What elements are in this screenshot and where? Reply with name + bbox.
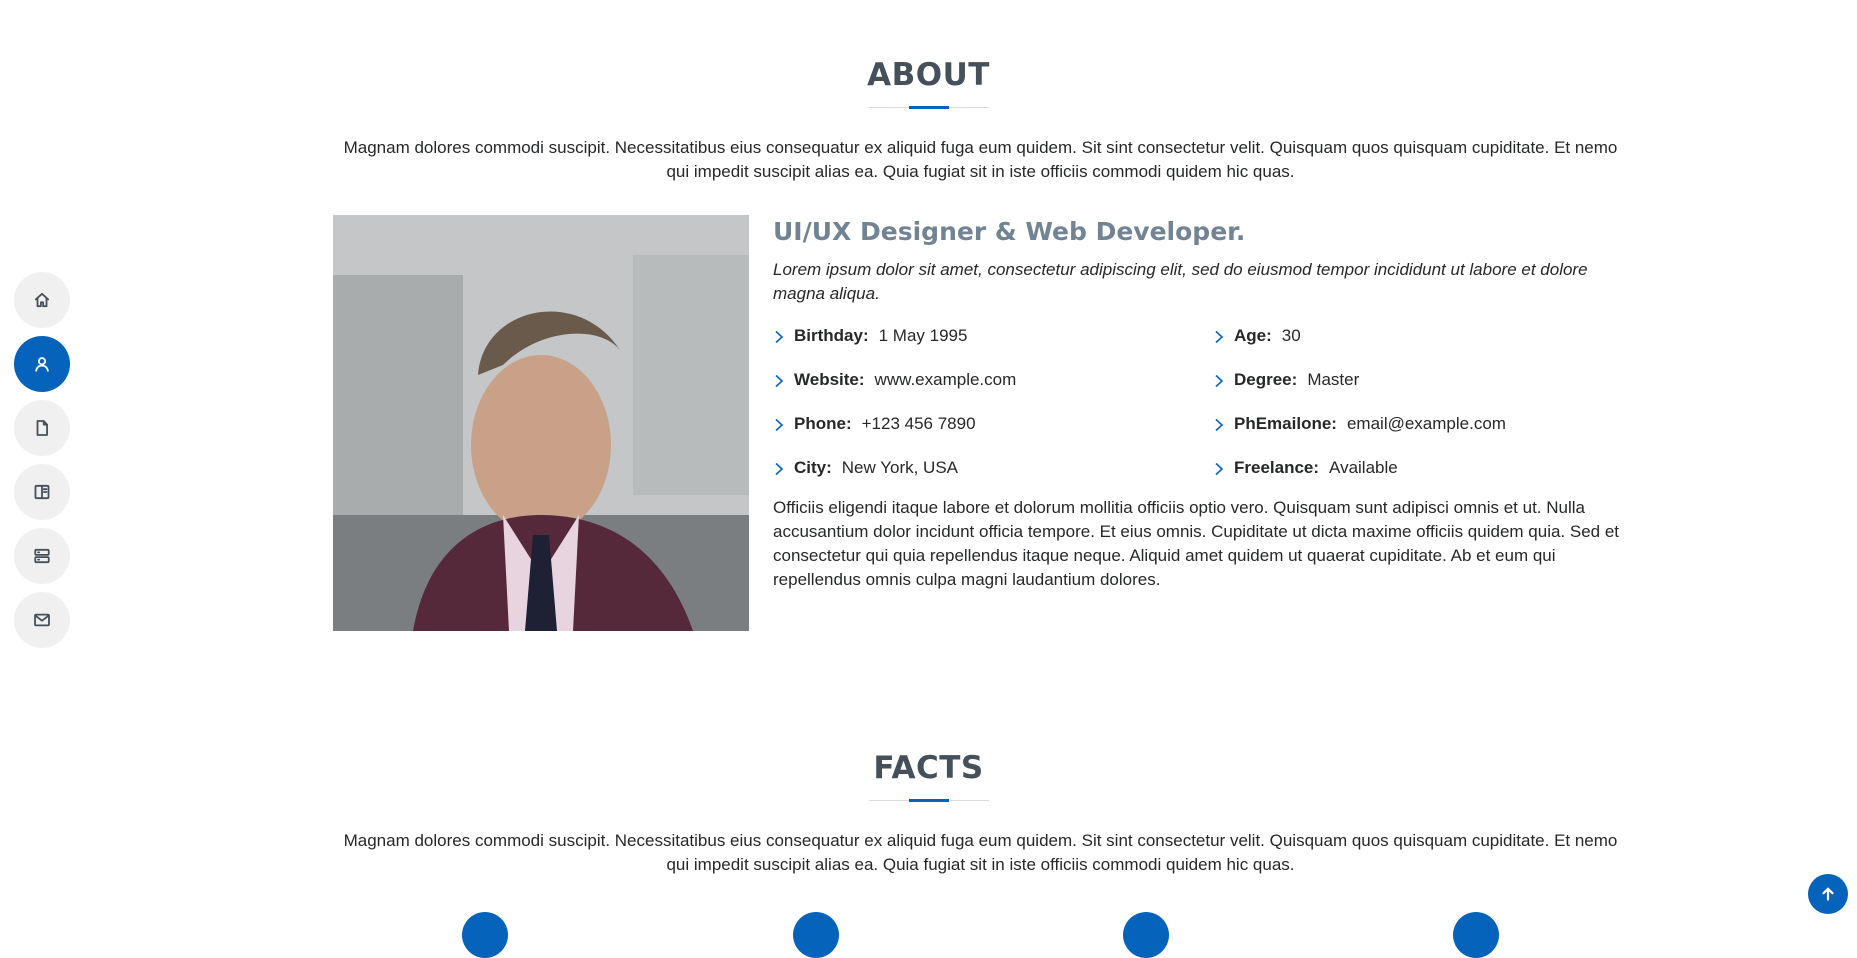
person-icon — [35, 357, 49, 372]
info-label: Birthday: — [794, 326, 869, 345]
facts-description: Magnam dolores commodi suscipit. Necessi… — [343, 831, 1618, 874]
nav-portfolio-button[interactable] — [14, 464, 70, 520]
chevron-right-icon — [773, 461, 785, 476]
about-heading: UI/UX Designer & Web Developer. — [773, 217, 1246, 246]
info-value: www.example.com — [874, 370, 1017, 389]
info-label: Freelance: — [1234, 458, 1320, 477]
info-value: New York, USA — [841, 458, 959, 477]
fact-icon — [1453, 912, 1499, 958]
arrow-up-icon — [1822, 887, 1834, 901]
info-value: +123 456 7890 — [861, 414, 976, 433]
info-list: Birthday: 1 May 1995 Age: 30 Website: ww… — [773, 314, 1629, 490]
chevron-right-icon — [1213, 461, 1225, 476]
about-content: UI/UX Designer & Web Developer. Lorem ip… — [773, 215, 1629, 592]
nav-home-button[interactable] — [14, 272, 70, 328]
info-age: Age: 30 — [1213, 314, 1629, 358]
fact-icon — [1123, 912, 1169, 958]
chevron-right-icon — [773, 417, 785, 432]
info-phone: Phone: +123 456 7890 — [773, 402, 1213, 446]
house-icon — [34, 292, 50, 308]
chevron-right-icon — [1213, 373, 1225, 388]
info-value: 30 — [1281, 326, 1301, 345]
nav-resume-button[interactable] — [14, 400, 70, 456]
info-label: Degree: — [1234, 370, 1298, 389]
file-icon — [36, 420, 48, 436]
info-label: PhEmailone: — [1234, 414, 1337, 433]
title-underline — [868, 106, 989, 109]
nav-services-button[interactable] — [14, 528, 70, 584]
server-icon — [34, 548, 50, 564]
info-value: Available — [1329, 458, 1398, 477]
info-value: Master — [1307, 370, 1360, 389]
nav-contact-button[interactable] — [14, 592, 70, 648]
info-freelance: Freelance: Available — [1213, 446, 1629, 490]
about-title: ABOUT — [867, 57, 990, 93]
envelope-icon — [34, 613, 50, 627]
about-description: Magnam dolores commodi suscipit. Necessi… — [343, 138, 1618, 181]
book-icon — [34, 484, 50, 500]
fact-icon — [462, 912, 508, 958]
chevron-right-icon — [773, 329, 785, 344]
info-city: City: New York, USA — [773, 446, 1213, 490]
about-lead: Lorem ipsum dolor sit amet, consectetur … — [773, 260, 1588, 303]
info-label: Phone: — [794, 414, 852, 433]
info-label: City: — [794, 458, 832, 477]
chevron-right-icon — [1213, 417, 1225, 432]
back-to-top-button[interactable] — [1808, 874, 1848, 914]
chevron-right-icon — [773, 373, 785, 388]
fact-icon — [793, 912, 839, 958]
facts-title: FACTS — [873, 750, 984, 786]
profile-photo — [333, 215, 749, 631]
info-degree: Degree: Master — [1213, 358, 1629, 402]
title-underline — [868, 799, 989, 802]
about-section-title: ABOUT — [0, 57, 1857, 109]
info-value: 1 May 1995 — [878, 326, 968, 345]
nav-about-button[interactable] — [14, 336, 70, 392]
info-value: email@example.com — [1346, 414, 1506, 433]
info-website: Website: www.example.com — [773, 358, 1213, 402]
side-nav — [14, 272, 70, 656]
info-label: Age: — [1234, 326, 1272, 345]
chevron-right-icon — [1213, 329, 1225, 344]
info-birthday: Birthday: 1 May 1995 — [773, 314, 1213, 358]
info-label: Website: — [794, 370, 865, 389]
about-bio: Officiis eligendi itaque labore et dolor… — [773, 498, 1620, 589]
facts-section-title: FACTS — [0, 750, 1857, 802]
info-email: PhEmailone: email@example.com — [1213, 402, 1629, 446]
